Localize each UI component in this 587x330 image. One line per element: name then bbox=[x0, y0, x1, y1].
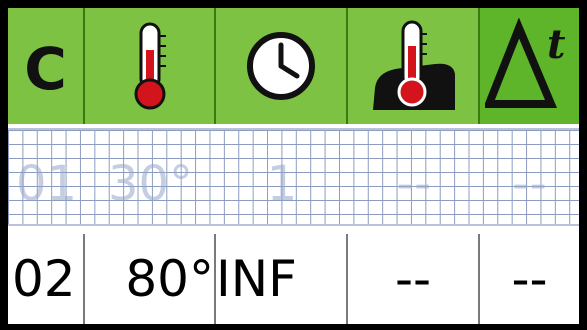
previous-step-grid: 01 30° 1 -- -- bbox=[8, 128, 579, 226]
values-row: 02 80° INF -- -- bbox=[8, 234, 579, 324]
time-value-cell[interactable]: INF bbox=[216, 234, 348, 324]
temperature-value-cell[interactable]: 80° bbox=[85, 234, 216, 324]
probe-thermometer-icon bbox=[373, 20, 455, 110]
delta-t-value: -- bbox=[511, 250, 548, 308]
ghost-temperature: 30° bbox=[107, 156, 194, 212]
ghost-time: 1 bbox=[266, 156, 298, 212]
lcd-screen: C t 01 30° 1 -- -- 02 80° INF -- -- bbox=[8, 8, 579, 324]
header-temperature-cell[interactable] bbox=[85, 8, 216, 124]
ghost-probe: -- bbox=[396, 156, 432, 212]
probe-value: -- bbox=[394, 250, 432, 308]
header-cycle-cell[interactable]: C bbox=[8, 8, 85, 124]
delta-t-icon: t bbox=[484, 18, 566, 108]
cycle-value-cell[interactable]: 02 bbox=[8, 234, 85, 324]
temperature-value: 80° bbox=[125, 250, 214, 308]
grid-divider bbox=[8, 226, 579, 234]
ghost-delta: -- bbox=[512, 156, 547, 212]
thermometer-icon bbox=[134, 22, 166, 110]
delta-t-value-cell[interactable]: -- bbox=[480, 234, 579, 324]
ghost-cycle: 01 bbox=[15, 156, 78, 212]
clock-icon bbox=[247, 32, 315, 100]
header-probe-cell[interactable] bbox=[348, 8, 480, 124]
header-cycle-label: C bbox=[24, 35, 67, 103]
header-row: C t bbox=[8, 8, 579, 124]
header-delta-t-cell[interactable]: t bbox=[480, 8, 579, 124]
probe-value-cell[interactable]: -- bbox=[348, 234, 480, 324]
header-time-cell[interactable] bbox=[216, 8, 348, 124]
time-value: INF bbox=[216, 250, 297, 308]
cycle-value: 02 bbox=[12, 250, 76, 308]
ghost-values-row: 01 30° 1 -- -- bbox=[8, 154, 579, 214]
svg-text:t: t bbox=[547, 21, 566, 68]
